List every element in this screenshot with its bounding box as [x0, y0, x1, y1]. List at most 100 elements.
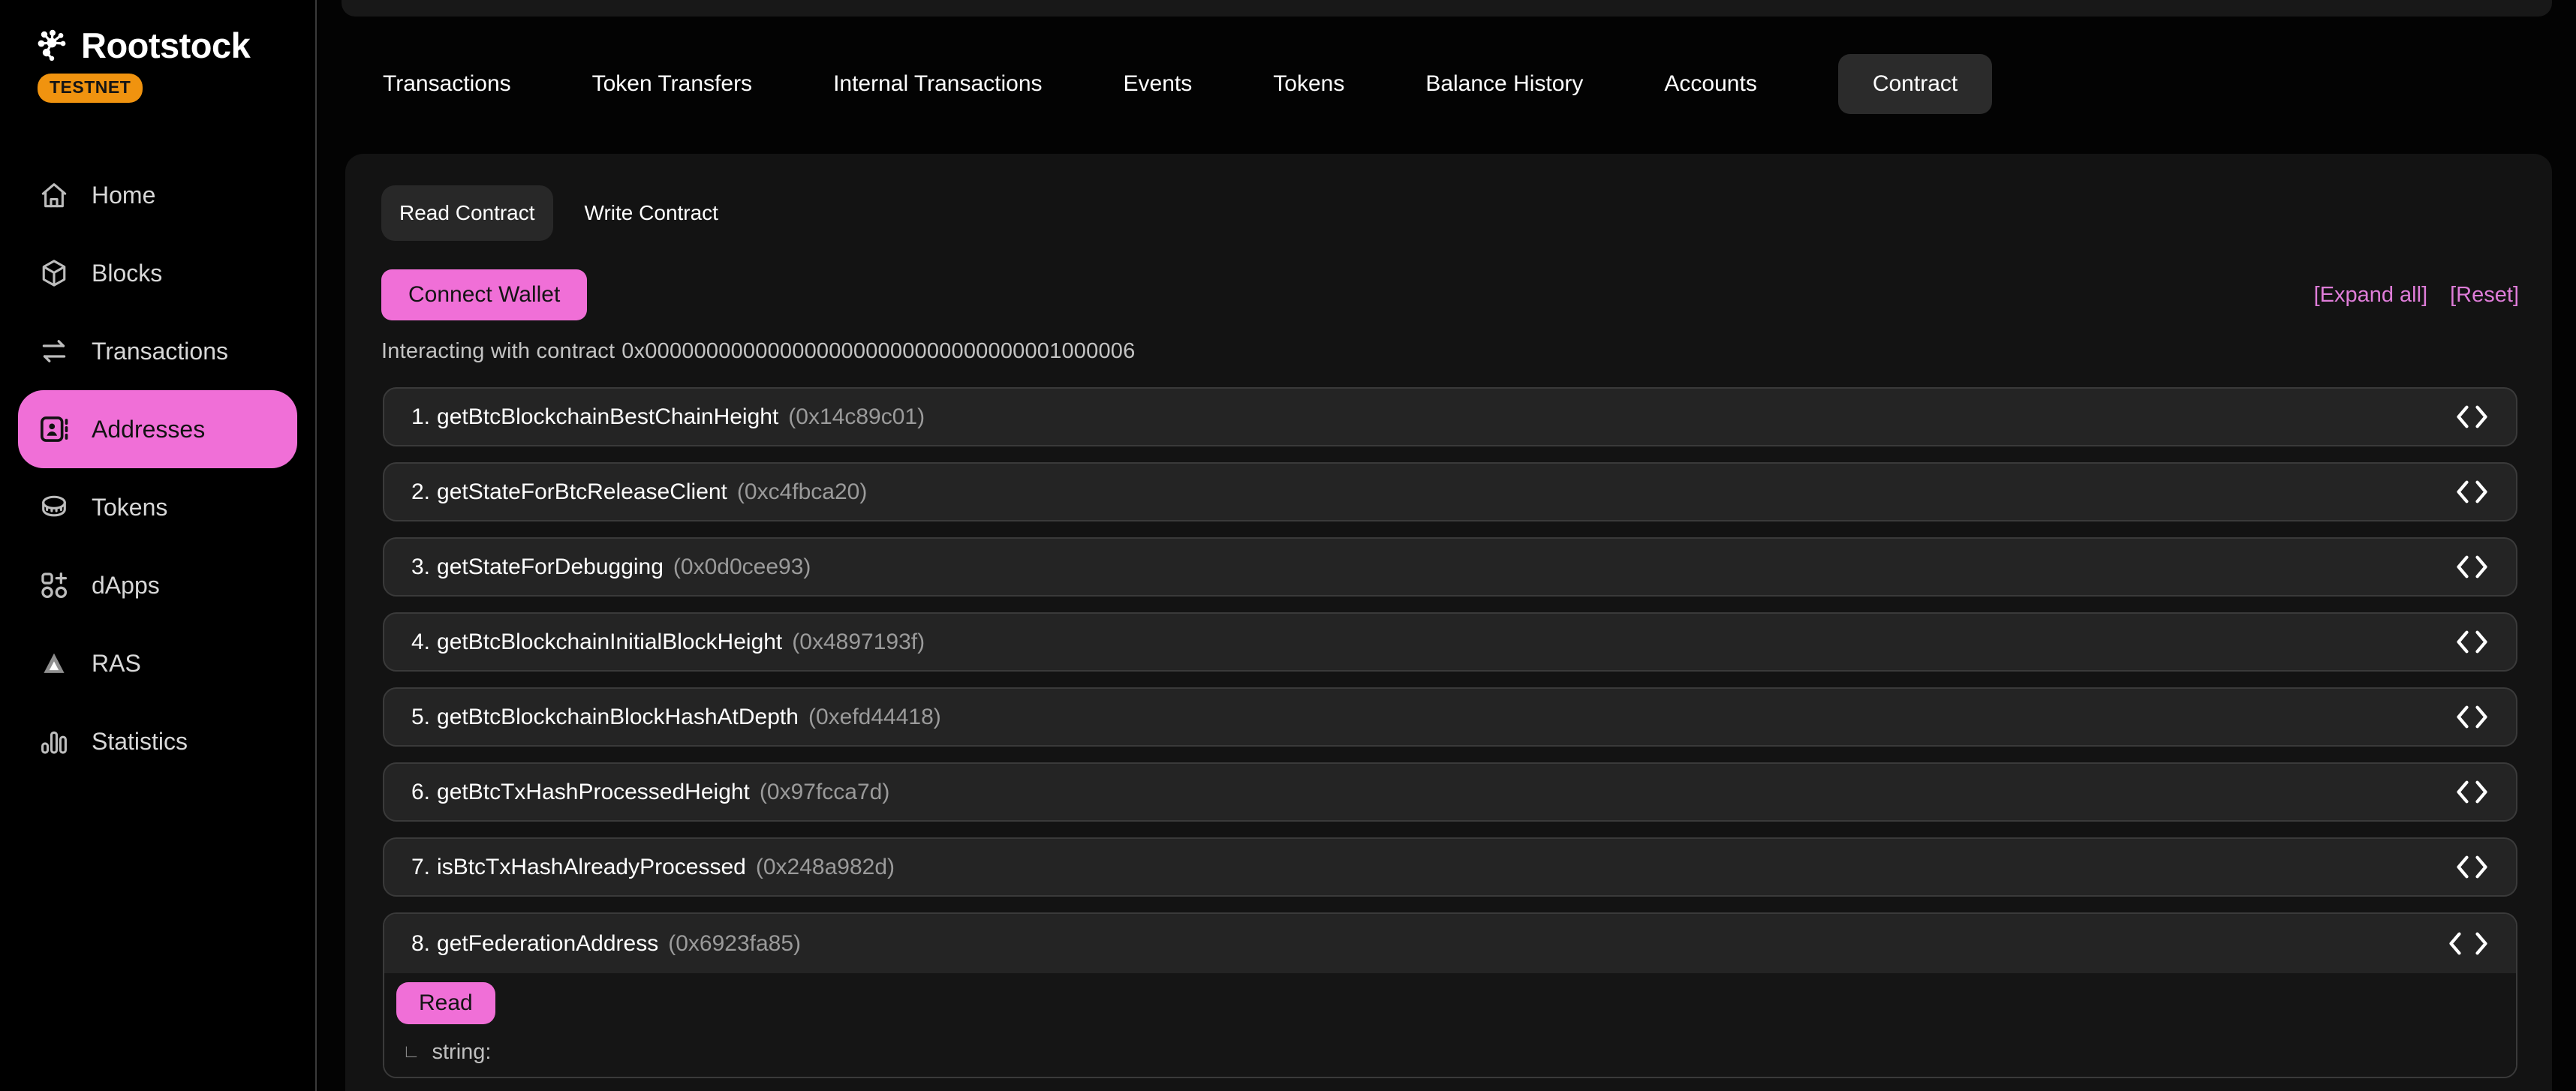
- sidebar-item-tokens[interactable]: Tokens: [18, 468, 297, 546]
- function-index: 1.: [411, 404, 430, 430]
- output-line: ∟ string:: [402, 1039, 2504, 1065]
- sidebar-item-transactions[interactable]: Transactions: [18, 312, 297, 390]
- tab-transactions[interactable]: Transactions: [383, 71, 511, 97]
- function-index: 3.: [411, 555, 430, 580]
- function-row-getstatefordebugging[interactable]: 3. getStateForDebugging (0x0d0cee93): [383, 537, 2517, 597]
- sidebar-item-statistics[interactable]: Statistics: [18, 702, 297, 780]
- sidebar-item-label: Addresses: [92, 416, 205, 443]
- contract-panel: Read ContractWrite Contract Connect Wall…: [345, 154, 2552, 1091]
- function-row-header[interactable]: 8. getFederationAddress (0x6923fa85): [384, 914, 2516, 973]
- code-icon[interactable]: [2455, 555, 2489, 579]
- sidebar-item-label: dApps: [92, 572, 160, 600]
- code-icon[interactable]: [2448, 931, 2489, 956]
- tab-token-transfers[interactable]: Token Transfers: [592, 71, 752, 97]
- sidebar-item-label: RAS: [92, 650, 141, 678]
- function-index: 5.: [411, 705, 430, 730]
- ras-icon: [38, 647, 71, 680]
- function-index: 4.: [411, 630, 430, 655]
- sidebar-item-label: Blocks: [92, 260, 162, 287]
- tab-tokens[interactable]: Tokens: [1273, 71, 1344, 97]
- function-index: 2.: [411, 479, 430, 505]
- function-index: 8.: [411, 931, 430, 957]
- dapps-icon: [38, 569, 71, 602]
- tab-accounts[interactable]: Accounts: [1664, 71, 1756, 97]
- sidebar-item-addresses[interactable]: Addresses: [18, 390, 297, 468]
- transactions-icon: [38, 335, 71, 368]
- function-selector: (0xefd44418): [808, 705, 941, 730]
- function-row-getbtcblockchainblockhashatdepth[interactable]: 5. getBtcBlockchainBlockHashAtDepth (0xefd…: [383, 687, 2517, 747]
- sidebar-item-home[interactable]: Home: [18, 156, 297, 234]
- interacting-line: Interacting with contract0x0000000000000…: [381, 339, 1135, 364]
- statistics-icon: [38, 725, 71, 758]
- output-type-label: string:: [432, 1040, 492, 1065]
- sidebar-nav: Home Blocks Transactions Addresses Tokens dAp…: [18, 156, 297, 780]
- sidebar: Rootstock TESTNET Home Blocks Transactions…: [0, 0, 315, 1091]
- function-row-expanded-getfederationaddress: 8. getFederationAddress (0x6923fa85) Read ∟ s…: [383, 912, 2517, 1078]
- function-row-getstateforbtcreleaseclient[interactable]: 2. getStateForBtcReleaseClient (0xc4fbca20…: [383, 462, 2517, 521]
- code-icon[interactable]: [2455, 780, 2489, 804]
- function-row-getbtcblockchainbestchainheight[interactable]: 1. getBtcBlockchainBestChainHeight (0x14c8…: [383, 387, 2517, 446]
- function-name: getBtcBlockchainBlockHashAtDepth: [437, 705, 799, 730]
- corner-connector-glyph: ∟: [402, 1043, 420, 1061]
- reset-link[interactable]: [Reset]: [2450, 283, 2519, 308]
- function-selector: (0x6923fa85): [668, 931, 801, 957]
- home-icon: [38, 179, 71, 212]
- rootstock-logo-icon: [35, 27, 71, 65]
- function-selector: (0xc4fbca20): [737, 479, 867, 505]
- sidebar-item-ras[interactable]: RAS: [18, 624, 297, 702]
- testnet-badge: TESTNET: [38, 74, 143, 103]
- subtab-write-contract[interactable]: Write Contract: [567, 185, 736, 241]
- function-name: getFederationAddress: [437, 931, 658, 957]
- scrolled-card-edge: [342, 0, 2552, 17]
- sidebar-item-label: Transactions: [92, 338, 228, 365]
- function-name: getBtcBlockchainInitialBlockHeight: [437, 630, 782, 655]
- subtab-read-contract[interactable]: Read Contract: [381, 185, 553, 241]
- wallet-row: Connect Wallet [Expand all] [Reset]: [381, 269, 2519, 320]
- tab-events[interactable]: Events: [1124, 71, 1193, 97]
- code-icon[interactable]: [2455, 404, 2489, 429]
- function-selector: (0x0d0cee93): [673, 555, 811, 580]
- function-row-getbtcblockchaininitialblockheight[interactable]: 4. getBtcBlockchainInitialBlockHeight (0x4…: [383, 612, 2517, 672]
- list-controls: [Expand all] [Reset]: [2314, 283, 2519, 308]
- tab-contract[interactable]: Contract: [1838, 54, 1992, 114]
- contract-address: 0x00000000000000000000000000000000010000…: [621, 339, 1135, 363]
- brand-logo[interactable]: Rootstock TESTNET: [0, 0, 315, 103]
- sidebar-item-blocks[interactable]: Blocks: [18, 234, 297, 312]
- blocks-icon: [38, 257, 71, 290]
- code-icon[interactable]: [2455, 630, 2489, 654]
- code-icon[interactable]: [2455, 855, 2489, 879]
- interacting-label: Interacting with contract: [381, 339, 615, 363]
- function-selector: (0x248a982d): [756, 855, 895, 880]
- sidebar-item-label: Home: [92, 182, 155, 209]
- addresses-icon: [38, 413, 71, 446]
- sidebar-item-label: Statistics: [92, 728, 188, 756]
- function-name: getBtcTxHashProcessedHeight: [437, 780, 750, 805]
- sidebar-item-label: Tokens: [92, 494, 167, 521]
- tokens-icon: [38, 491, 71, 524]
- rootstock-explorer-page: Rootstock TESTNET Home Blocks Transactions…: [0, 0, 2576, 1091]
- address-tabs: Transactions Token Transfers Internal Tran…: [383, 54, 1992, 114]
- code-icon[interactable]: [2455, 705, 2489, 729]
- function-index: 6.: [411, 780, 430, 805]
- connect-wallet-button[interactable]: Connect Wallet: [381, 269, 587, 320]
- function-row-isbtctxhashalreadyprocessed[interactable]: 7. isBtcTxHashAlreadyProcessed (0x248a982d…: [383, 837, 2517, 897]
- brand-name: Rootstock: [81, 27, 250, 65]
- function-index: 7.: [411, 855, 430, 880]
- tab-balance-history[interactable]: Balance History: [1425, 71, 1583, 97]
- expand-all-link[interactable]: [Expand all]: [2314, 283, 2428, 308]
- function-list: 1. getBtcBlockchainBestChainHeight (0x14c8…: [383, 387, 2517, 1091]
- function-selector: (0x97fcca7d): [760, 780, 889, 805]
- read-button[interactable]: Read: [396, 982, 495, 1024]
- function-row-body: Read ∟ string:: [384, 973, 2516, 1077]
- function-selector: (0x14c89c01): [788, 404, 925, 430]
- function-name: getBtcBlockchainBestChainHeight: [437, 404, 778, 430]
- contract-subtabs: Read ContractWrite Contract: [381, 185, 736, 241]
- function-name: getStateForDebugging: [437, 555, 664, 580]
- function-name: isBtcTxHashAlreadyProcessed: [437, 855, 746, 880]
- function-row-getbtctxhashprocessedheight[interactable]: 6. getBtcTxHashProcessedHeight (0x97fcca7d…: [383, 762, 2517, 822]
- tab-internal-transactions[interactable]: Internal Transactions: [833, 71, 1042, 97]
- code-icon[interactable]: [2455, 479, 2489, 504]
- function-name: getStateForBtcReleaseClient: [437, 479, 727, 505]
- function-selector: (0x4897193f): [792, 630, 925, 655]
- sidebar-item-dapps[interactable]: dApps: [18, 546, 297, 624]
